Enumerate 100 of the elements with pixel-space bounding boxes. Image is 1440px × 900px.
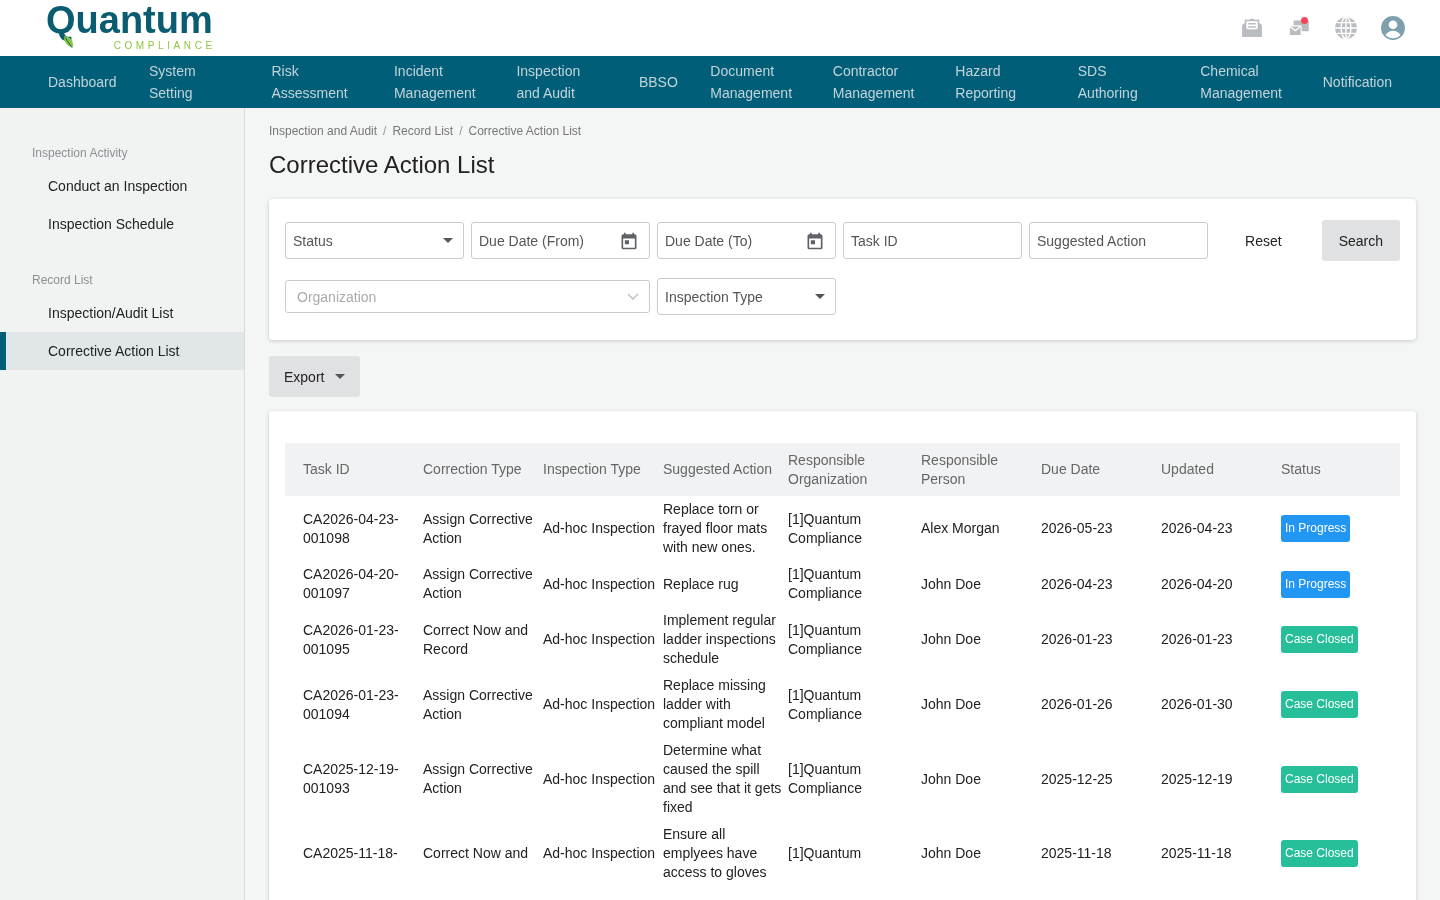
nav-link[interactable]: Dashboard [48,71,117,93]
calendar-icon[interactable] [619,230,639,251]
page-title: Corrective Action List [269,151,496,179]
table-cell: 2026-01-23 [1041,607,1161,672]
sidebar-item[interactable]: Conduct an Inspection [0,167,244,205]
column-header: Inspection Type [543,443,663,496]
dropdown-field[interactable]: Inspection Type [657,278,836,315]
sidebar-item[interactable]: Inspection/Audit List [0,294,244,332]
table-cell: CA2025-11-18- [285,821,423,886]
table-cell: Replace missing ladder with compliant model [663,672,788,737]
reset-button[interactable]: Reset [1217,222,1310,259]
table-cell: Replace torn or frayed floor mats with new ones. [663,496,788,561]
input-field[interactable]: Suggested Action [1029,222,1208,259]
table-cell: Alex Morgan [921,496,1041,561]
nav-link[interactable]: Incident Management [393,60,484,104]
table-cell: [1]Quantum Compliance [788,561,921,607]
caret-icon [335,374,346,379]
table-cell: 2025-11-18 [1041,821,1161,886]
table-cell: Ad-hoc Inspection [543,496,663,561]
column-header: Updated [1161,443,1281,496]
table-cell: CA2026-01-23-001095 [285,607,423,672]
table-cell: [1]Quantum Compliance [788,607,921,672]
nav-link[interactable]: Chemical Management [1200,60,1291,104]
status-badge: Case Closed [1281,765,1358,793]
chevron-down-icon [627,292,639,301]
input-field[interactable]: Task ID [843,222,1022,259]
dropdown-field[interactable]: Status [285,222,464,259]
nav-link[interactable]: BBSO [638,71,678,93]
search-button[interactable]: Search [1321,220,1400,261]
user-avatar-icon[interactable] [1380,15,1406,41]
table-cell: John Doe [921,737,1041,821]
table-cell: Assign Corrective Action [423,561,543,607]
table-cell: [1]Quantum Compliance [788,496,921,561]
table-cell: 2025-12-25 [1041,737,1161,821]
table-cell-text: Ensure all emplyees have access to gloves [663,825,768,882]
nav-link[interactable]: SDS Authoring [1077,60,1168,104]
table-cell: [1]Quantum Compliance [788,672,921,737]
breadcrumb-link[interactable]: Corrective Action List [468,124,582,138]
sidebar-section-title: Inspection Activity [31,145,129,162]
column-header: Status [1281,443,1400,496]
table-cell: 2025-12-19 [1161,737,1281,821]
table-cell: 2026-04-20 [1161,561,1281,607]
breadcrumb-link[interactable]: Inspection and Audit [269,124,378,138]
date-field[interactable]: Due Date (From) [471,222,650,259]
table-cell: Implement regular ladder inspections schedule [663,607,788,672]
table-cell: John Doe [921,821,1041,886]
column-header: Due Date [1041,443,1161,496]
table-cell: CA2026-04-20-001097 [285,561,423,607]
nav-link[interactable]: System Setting [149,60,239,104]
nav-link[interactable]: Notification [1322,71,1392,93]
table-cell: CA2026-04-23-001098 [285,496,423,561]
table-cell: Assign Corrective Action [423,672,543,737]
table-cell: Ad-hoc Inspection [543,821,663,886]
column-header: Responsible Organization [788,443,921,496]
breadcrumb-separator: / [459,124,463,138]
caret-icon [815,294,825,299]
table-cell: Assign Corrective Action [423,737,543,821]
nav-link[interactable]: Contractor Management [832,60,923,104]
column-header: Task ID [285,443,423,496]
table-cell-text: Ad-hoc Inspection [543,574,657,594]
breadcrumb-separator: / [383,124,387,138]
table-cell: [1]Quantum [788,821,921,886]
status-badge: In Progress [1281,570,1351,598]
table-cell: 2026-01-26 [1041,672,1161,737]
nav-link[interactable]: Inspection and Audit [516,60,607,104]
nav-link[interactable]: Risk Assessment [271,60,362,104]
breadcrumb-link[interactable]: Record List [392,124,454,138]
export-button[interactable]: Export [269,356,361,397]
table-cell: John Doe [921,561,1041,607]
table-cell: John Doe [921,607,1041,672]
table-cell: Replace rug [663,561,788,607]
sidebar-item[interactable]: Corrective Action List [0,332,244,370]
table-cell: Ad-hoc Inspection [543,737,663,821]
table-cell: 2026-04-23 [1041,561,1161,607]
table-cell: 2026-01-23 [1161,607,1281,672]
globe-icon[interactable] [1333,15,1359,41]
table-cell: [1]Quantum Compliance [788,737,921,821]
date-field[interactable]: Due Date (To) [657,222,836,259]
table-cell: Assign Corrective Action [423,496,543,561]
status-badge: Case Closed [1281,626,1358,653]
calendar-icon[interactable] [805,230,825,251]
table-cell: 2026-01-30 [1161,672,1281,737]
column-header: Correction Type [423,443,543,496]
logo-tagline: COMPLIANCE [113,39,216,51]
sidebar-item[interactable]: Inspection Schedule [0,205,244,243]
logo-wordmark[interactable]: Quantum [46,0,213,41]
status-badge: Case Closed [1281,691,1358,718]
table-cell: John Doe [921,672,1041,737]
nav-link[interactable]: Document Management [710,60,801,104]
column-header: Responsible Person [921,443,1041,496]
caret-icon [443,238,453,243]
nav-link[interactable]: Hazard Reporting [955,60,1046,104]
table-cell: CA2026-01-23-001094 [285,672,423,737]
table-cell: Determine what caused the spill and see that it gets fixed [663,737,788,821]
column-header: Suggested Action [663,443,788,496]
table-cell: Ad-hoc Inspection [543,607,663,672]
table-cell: Ad-hoc Inspection [543,672,663,737]
status-badge: Case Closed [1281,840,1358,867]
table-cell: 2026-05-23 [1041,496,1161,561]
table-cell: 2026-04-23 [1161,496,1281,561]
